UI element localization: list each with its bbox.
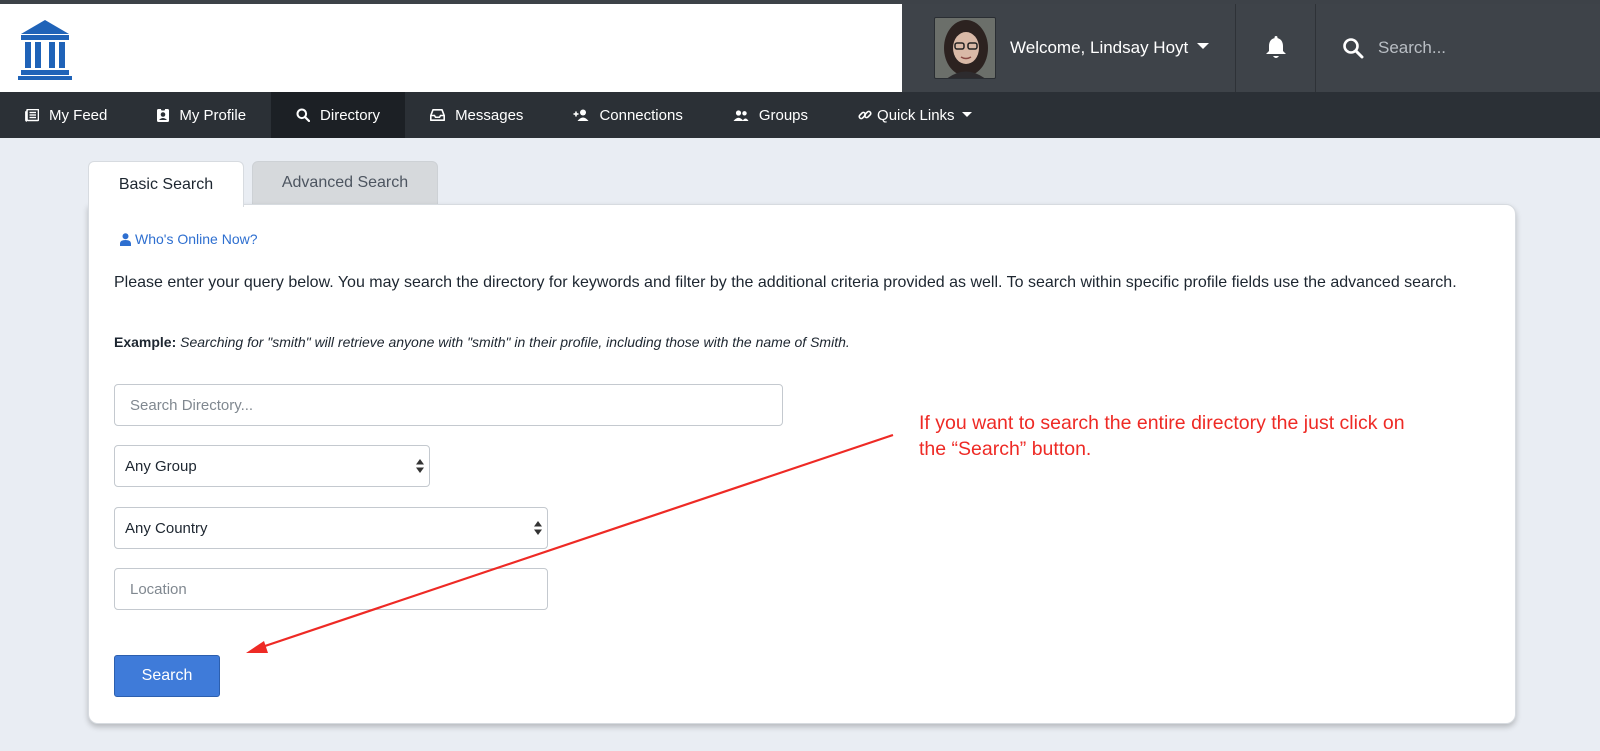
chevron-down-icon: [1197, 43, 1210, 49]
header-user-area: Welcome, Lindsay Hoyt: [902, 4, 1600, 92]
search-icon: [296, 108, 311, 122]
intro-text: Please enter your query below. You may s…: [114, 274, 1457, 291]
location-input[interactable]: [114, 568, 548, 610]
search-icon: [1343, 38, 1364, 59]
nav-item-my-profile[interactable]: My Profile: [132, 92, 271, 138]
notifications-button[interactable]: [1236, 4, 1316, 92]
nav-item-directory[interactable]: Directory: [271, 92, 406, 138]
country-select[interactable]: Any Country: [114, 507, 548, 549]
select-arrows-icon: [534, 521, 542, 535]
tab-advanced-search[interactable]: Advanced Search: [252, 161, 438, 205]
whos-online-link[interactable]: Who's Online Now?: [120, 231, 258, 247]
tab-basic-search[interactable]: Basic Search: [88, 161, 244, 207]
header-search: [1316, 4, 1600, 92]
nav-item-label: My Profile: [179, 106, 247, 124]
avatar: [934, 17, 996, 79]
newspaper-icon: [25, 108, 39, 122]
directory-search-input[interactable]: [114, 384, 783, 426]
whos-online-label: Who's Online Now?: [135, 231, 258, 247]
header-logo-area: [0, 4, 902, 92]
user-plus-icon: [573, 109, 589, 121]
nav-item-label: Connections: [599, 106, 683, 124]
user-menu[interactable]: Welcome, Lindsay Hoyt: [902, 4, 1236, 92]
link-icon: [858, 110, 872, 120]
user-icon: [120, 232, 131, 246]
group-select-value: Any Group: [125, 457, 197, 475]
example-label: Example:: [114, 334, 177, 350]
nav-item-connections[interactable]: Connections: [548, 92, 707, 138]
nav-item-messages[interactable]: Messages: [405, 92, 548, 138]
bell-icon: [1265, 36, 1286, 58]
nav-item-label: Messages: [455, 106, 524, 124]
institution-icon[interactable]: [18, 18, 72, 80]
id-badge-icon: [157, 108, 170, 122]
annotation-note: If you want to search the entire directo…: [919, 412, 1405, 460]
header-search-input[interactable]: [1378, 38, 1598, 58]
search-button[interactable]: Search: [114, 655, 220, 697]
nav-item-groups[interactable]: Groups: [708, 92, 833, 138]
nav-item-label: Directory: [320, 106, 381, 124]
country-select-value: Any Country: [125, 519, 208, 537]
chevron-down-icon: [961, 111, 972, 117]
users-icon: [733, 109, 749, 121]
select-arrows-icon: [416, 459, 424, 473]
example-body: Searching for "smith" will retrieve anyo…: [180, 334, 850, 350]
group-select[interactable]: Any Group: [114, 445, 430, 487]
nav-item-label: My Feed: [49, 106, 108, 124]
example-text: Example: Searching for "smith" will retr…: [114, 334, 850, 350]
inbox-icon: [430, 109, 446, 121]
nav-item-label: Quick Links: [877, 106, 955, 124]
nav-item-quick-links[interactable]: Quick Links: [833, 92, 997, 138]
main-nav: My Feed My Profile Directory Messages Co…: [0, 92, 1600, 138]
nav-item-my-feed[interactable]: My Feed: [0, 92, 132, 138]
welcome-text: Welcome, Lindsay Hoyt: [1010, 38, 1189, 57]
site-header: Welcome, Lindsay Hoyt: [0, 4, 1600, 92]
nav-item-label: Groups: [758, 106, 809, 124]
